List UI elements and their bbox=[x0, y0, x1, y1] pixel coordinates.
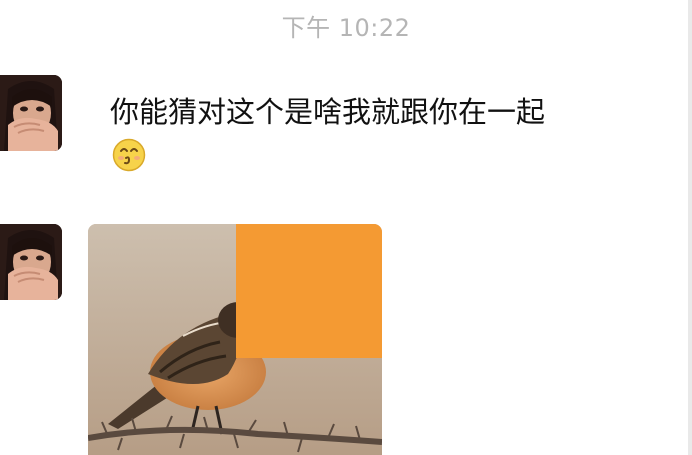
sender-avatar[interactable] bbox=[0, 75, 62, 151]
woman-covering-mouth-avatar-icon bbox=[0, 75, 62, 151]
smirk-emoji-icon bbox=[112, 138, 146, 172]
message-text[interactable]: 你能猜对这个是啥我就跟你在一起 bbox=[110, 94, 545, 130]
message-timestamp: 下午 10:22 bbox=[281, 14, 411, 42]
chat-screen: 下午 10:22 你能猜对这个是啥我就跟你在一起 bbox=[0, 0, 692, 455]
screen-edge-divider bbox=[688, 0, 692, 455]
censor-block bbox=[236, 224, 382, 358]
sender-avatar[interactable] bbox=[0, 224, 62, 300]
woman-covering-mouth-avatar-icon bbox=[0, 224, 62, 300]
